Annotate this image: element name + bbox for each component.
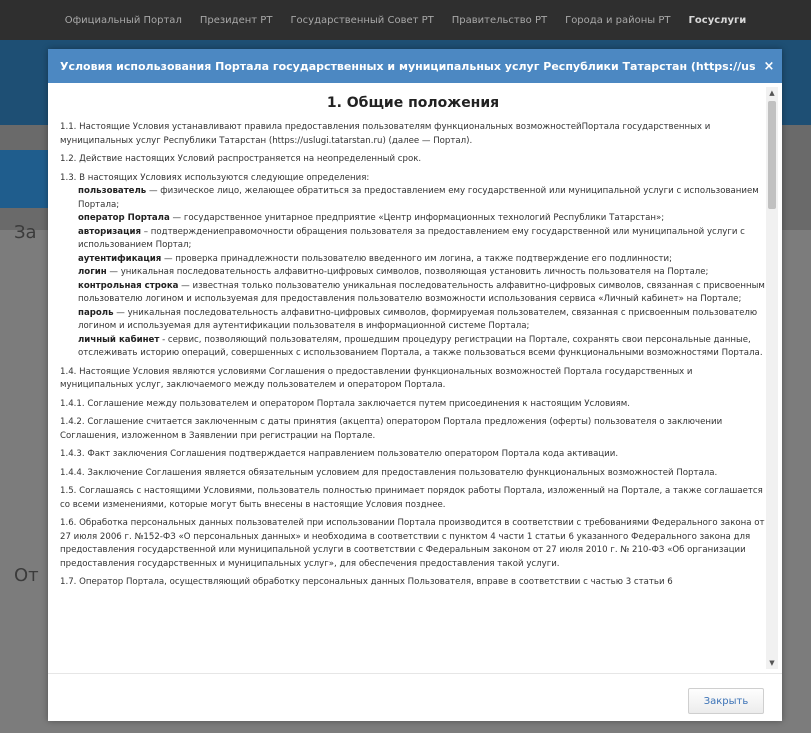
definition-text: — государственное унитарное предприятие … — [169, 213, 665, 223]
paragraph: 1.1. Настоящие Условия устанавливают пра… — [60, 122, 711, 146]
definition-term: логин — [78, 267, 107, 277]
definition-text: — известная только пользователю уникальн… — [78, 280, 765, 305]
close-button[interactable]: Закрыть — [688, 688, 764, 714]
top-navigation: Официальный Портал Президент РТ Государс… — [0, 0, 811, 40]
nav-link-gosuslugi[interactable]: Госуслуги — [689, 15, 747, 26]
definition-term: пользователь — [78, 186, 147, 196]
modal-body[interactable]: 1. Общие положения 1.1. Настоящие Услови… — [48, 83, 782, 673]
paragraph: 1.4.4. Заключение Соглашения является об… — [60, 467, 718, 478]
definition-term: авторизация — [78, 226, 141, 237]
definition-item: логин — уникальная последовательность ал… — [78, 266, 766, 280]
definition-term: оператор Портала — [78, 213, 170, 223]
nav-link-portal[interactable]: Официальный Портал — [65, 15, 182, 26]
vertical-scrollbar[interactable]: ▲ ▼ — [766, 87, 778, 669]
nav-link-president[interactable]: Президент РТ — [200, 15, 273, 26]
background-heading-fragment: За — [14, 222, 37, 243]
definition-item: авторизация – подтверждениеправомочности… — [78, 226, 766, 253]
definition-term: пароль — [78, 307, 114, 318]
paragraph: 1.4.2. Соглашение считается заключенным … — [60, 417, 723, 441]
paragraph: 1.2. Действие настоящих Условий распрост… — [60, 154, 422, 164]
scroll-up-icon[interactable]: ▲ — [766, 87, 778, 99]
definition-term: контрольная строка — [78, 280, 179, 291]
definition-item: пароль — уникальная последовательность а… — [78, 307, 766, 334]
definition-text: - сервис, позволяющий пользователям, про… — [78, 334, 763, 359]
definition-term: аутентификация — [78, 253, 162, 264]
definition-text: – подтверждениеправомочности обращения п… — [78, 226, 745, 251]
terms-text-area: 1. Общие положения 1.1. Настоящие Услови… — [60, 91, 766, 671]
definition-item: аутентификация — проверка принадлежности… — [78, 253, 766, 267]
paragraph: 1.4.1. Соглашение между пользователем и … — [60, 398, 631, 409]
paragraph: 1.4. Настоящие Условия являются условиям… — [60, 366, 693, 391]
definition-term: личный кабинет — [78, 334, 160, 345]
paragraph: 1.7. Оператор Портала, осуществляющий об… — [60, 577, 673, 587]
definition-item: оператор Портала — государственное унита… — [78, 212, 766, 226]
definition-text: — проверка принадлежности пользователю в… — [161, 253, 672, 264]
terms-modal: Условия использования Портала государств… — [48, 49, 782, 721]
scroll-down-icon[interactable]: ▼ — [766, 657, 778, 669]
definition-text: — уникальная последовательность алфавитн… — [106, 267, 709, 277]
close-icon[interactable]: × — [756, 59, 782, 74]
definition-item: пользователь — физическое лицо, желающее… — [78, 185, 766, 212]
definition-text: — уникальная последовательность алфавитн… — [78, 307, 758, 332]
paragraph: 1.4.3. Факт заключения Соглашения подтве… — [60, 449, 619, 459]
nav-link-cities[interactable]: Города и районы РТ — [565, 15, 670, 26]
nav-link-state-council[interactable]: Государственный Совет РТ — [290, 15, 433, 26]
paragraph: 1.6. Обработка персональных данных польз… — [60, 518, 765, 569]
section-title: 1. Общие положения — [326, 95, 500, 111]
background-heading-fragment-2: От — [14, 565, 39, 586]
modal-footer: Закрыть — [48, 673, 782, 722]
paragraph: 1.5. Соглашаясь с настоящими Условиями, … — [60, 486, 763, 510]
modal-header: Условия использования Портала государств… — [48, 49, 782, 83]
nav-link-government[interactable]: Правительство РТ — [452, 15, 547, 26]
definition-item: личный кабинет - сервис, позволяющий пол… — [78, 334, 766, 361]
paragraph: 1.3. В настоящих Условиях используются с… — [60, 172, 370, 183]
scrollbar-thumb[interactable] — [768, 101, 776, 209]
definitions-list: пользователь — физическое лицо, желающее… — [78, 185, 766, 361]
definition-text: — физическое лицо, желающее обратиться з… — [78, 186, 759, 210]
modal-title: Условия использования Портала государств… — [60, 59, 756, 73]
definition-item: контрольная строка — известная только по… — [78, 280, 766, 307]
